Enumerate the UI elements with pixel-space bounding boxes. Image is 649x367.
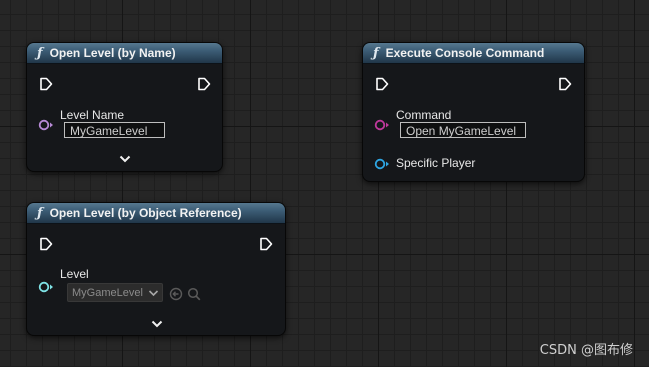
exec-input-pin[interactable] [39,77,53,91]
node-execute-console-command[interactable]: ƒ Execute Console Command Command Open M… [362,42,585,182]
soft-object-input-pin[interactable] [38,281,54,293]
use-selected-asset-icon[interactable] [169,287,183,301]
exec-input-pin[interactable] [39,237,53,251]
node-open-level-by-object-reference[interactable]: ƒ Open Level (by Object Reference) Level… [26,202,286,336]
name-input-pin[interactable] [38,119,54,131]
browse-asset-search-icon[interactable] [187,287,201,301]
dropdown-value: MyGameLevel [72,286,143,299]
watermark: CSDN @图布修 [539,343,633,358]
function-icon: ƒ [373,45,379,61]
exec-input-pin[interactable] [375,77,389,91]
node-header[interactable]: ƒ Execute Console Command [363,43,584,64]
function-icon: ƒ [37,45,43,61]
node-title: Execute Console Command [385,46,545,60]
chevron-down-icon[interactable] [119,155,131,163]
node-header[interactable]: ƒ Open Level (by Object Reference) [27,203,285,224]
chevron-down-icon[interactable] [151,320,163,328]
node-title: Open Level (by Object Reference) [49,206,242,220]
exec-output-pin[interactable] [197,77,211,91]
exec-output-pin[interactable] [259,237,273,251]
string-input-pin[interactable] [374,119,390,131]
function-icon: ƒ [37,205,43,221]
object-input-pin[interactable] [374,158,390,170]
pin-label-command: Command [396,108,452,122]
level-name-field[interactable]: MyGameLevel [64,122,165,138]
exec-output-pin[interactable] [558,77,572,91]
pin-label-level: Level [60,267,89,281]
node-title: Open Level (by Name) [49,46,176,60]
pin-label-level-name: Level Name [60,108,125,122]
node-open-level-by-name[interactable]: ƒ Open Level (by Name) Level Name MyGame… [26,42,223,172]
level-asset-dropdown[interactable]: MyGameLevel [67,283,163,302]
command-field[interactable]: Open MyGameLevel [400,122,526,138]
node-header[interactable]: ƒ Open Level (by Name) [27,43,222,64]
pin-label-specific-player: Specific Player [396,156,476,170]
chevron-down-icon [148,289,158,296]
